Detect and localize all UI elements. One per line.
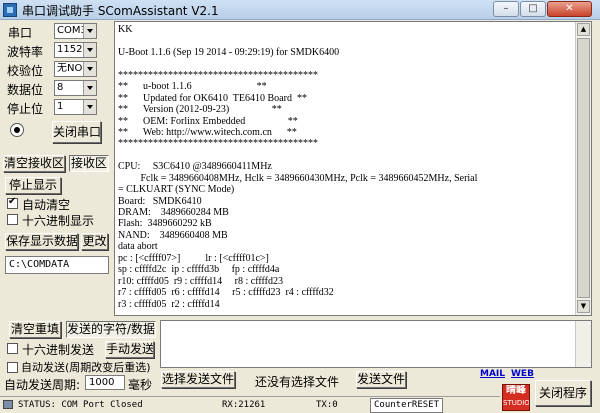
web-link[interactable]: WEB [511, 369, 534, 379]
title-bar: 串口调试助手 SComAssistant V2.1 – □ ✕ [0, 0, 600, 20]
port-label: 串口 [8, 26, 33, 40]
receive-line: r7 : cffffd05 r6 : cffffd14 r5 : cffffd2… [118, 287, 334, 299]
databits-label: 数据位 [7, 83, 44, 97]
period-label: 自动发送周期: [4, 378, 81, 392]
rx-counter: RX:21261 [222, 400, 266, 410]
chevron-down-icon[interactable] [83, 81, 96, 95]
receive-line: Fclk = 3489660408MHz, Hclk = 3489660430M… [118, 172, 478, 184]
auto-send-checkbox[interactable] [7, 362, 18, 373]
choose-file-button[interactable]: 选择发送文件 [161, 371, 235, 388]
parity-label: 校验位 [7, 64, 44, 78]
receive-area-button[interactable]: 接收区 [69, 155, 109, 172]
period-unit: 毫秒 [128, 378, 153, 392]
baud-label: 波特率 [7, 45, 44, 59]
receive-line: r10: cffffd05 r9 : cffffd14 r8 : cffffd2… [118, 275, 283, 287]
receive-area[interactable]: KK U-Boot 1.1.6 (Sep 19 2014 - 09:29:19) … [114, 21, 592, 316]
baud-select[interactable]: 11520( [54, 42, 97, 58]
receive-line: Board: SMDK6410 [118, 195, 202, 207]
auto-clear-checkbox[interactable] [7, 196, 18, 209]
save-path-field[interactable]: C:\COMDATA [5, 256, 109, 274]
app-icon [3, 3, 17, 17]
clear-send-button[interactable]: 清空重填 [9, 321, 61, 338]
receive-line: sp : cffffd2c ip : cffffd3b fp : cffffd4… [118, 264, 280, 276]
send-chars-button[interactable]: 发送的字符/数据 [66, 321, 156, 338]
send-scrollbar[interactable] [575, 321, 591, 367]
receive-line: ** Web: http://www.witech.com.cn ** [118, 126, 297, 138]
receive-line: Flash: 3489660292 kB [118, 218, 212, 230]
auto-send-label: 自动发送(周期改变后重选) [21, 361, 151, 374]
receive-line: pc : [<cffff07>] lr : [<cffff01c>] [118, 252, 269, 264]
scroll-up-icon[interactable]: ▲ [577, 23, 590, 36]
receive-line: ** Version (2012-09-23) ** [118, 104, 282, 116]
receive-line: r3 : cffffd05 r2 : cffffd14 [118, 298, 220, 310]
receive-line: ** u-boot 1.1.6 ** [118, 81, 267, 93]
chevron-down-icon[interactable] [83, 43, 96, 57]
receive-line [118, 150, 576, 161]
receive-line: NAND: 3489660408 MB [118, 229, 228, 241]
status-text: STATUS: COM Port Closed [18, 400, 143, 410]
stopbits-select[interactable]: 1 [54, 99, 97, 115]
receive-line: ** Updated for OK6410 TE6410 Board ** [118, 92, 307, 104]
receive-line: DRAM: 3489660284 MB [118, 207, 229, 218]
file-status-text: 还没有选择文件 [255, 375, 340, 389]
period-input[interactable]: 1000 [85, 375, 125, 390]
save-data-button[interactable]: 保存显示数据 [5, 233, 78, 250]
receive-line: = CLKUART (SYNC Mode) [118, 184, 235, 196]
chevron-down-icon[interactable] [83, 24, 96, 38]
manual-send-button[interactable]: 手动发送 [105, 341, 154, 358]
status-bar: STATUS: COM Port Closed RX:21261 TX:0 Co… [0, 396, 500, 413]
stopbits-label: 停止位 [7, 102, 44, 116]
window-title: 串口调试助手 SComAssistant V2.1 [22, 4, 219, 18]
receive-line: CPU: S3C6410 @3489660411MHz [118, 161, 272, 173]
hex-send-label: 十六进制发送 [22, 343, 95, 357]
databits-select[interactable]: 8 [54, 80, 97, 96]
receive-text: KK U-Boot 1.1.6 (Sep 19 2014 - 09:29:19) … [118, 24, 576, 310]
com-port-icon [3, 400, 13, 409]
close-window-button[interactable]: ✕ [547, 1, 592, 17]
send-area[interactable] [160, 320, 592, 368]
receive-line: U-Boot 1.1.6 (Sep 19 2014 - 09:29:19) fo… [118, 46, 340, 58]
minimize-button[interactable]: – [493, 1, 519, 17]
hex-display-label: 十六进制显示 [22, 214, 95, 228]
receive-line: data abort [118, 241, 158, 253]
hex-display-checkbox[interactable] [7, 214, 18, 225]
stopbits-value: 1 [57, 101, 64, 112]
maximize-button[interactable]: □ [520, 1, 546, 17]
databits-value: 8 [57, 82, 64, 93]
receive-line: **************************************** [118, 138, 318, 150]
hex-send-checkbox[interactable] [7, 343, 18, 354]
receive-scrollbar[interactable]: ▲ ▼ [575, 22, 591, 315]
receive-line: **************************************** [118, 69, 318, 81]
chevron-down-icon[interactable] [83, 100, 96, 114]
port-status-indicator [10, 123, 24, 137]
scroll-down-icon[interactable]: ▼ [577, 300, 590, 313]
receive-line [118, 35, 576, 46]
stop-display-button[interactable]: 停止显示 [5, 177, 61, 194]
auto-clear-label: 自动清空 [22, 198, 71, 212]
clear-receive-button[interactable]: 清空接收区 [3, 155, 65, 172]
parity-select[interactable]: 无NON [54, 61, 97, 77]
port-select[interactable]: COM3 [54, 23, 97, 39]
receive-line: KK [118, 24, 133, 35]
counter-reset-button[interactable]: CounterRESET [370, 398, 444, 413]
tx-counter: TX:0 [316, 400, 338, 410]
studio-logo: 晴峰 STUDIO [502, 384, 530, 411]
change-path-button[interactable]: 更改 [81, 233, 108, 250]
receive-line: ** OEM: Forlinx Embedded ** [118, 115, 298, 127]
receive-line [118, 58, 576, 69]
chevron-down-icon[interactable] [83, 62, 96, 76]
mail-link[interactable]: MAIL [480, 369, 505, 379]
scroll-thumb[interactable] [577, 38, 590, 298]
send-file-button[interactable]: 发送文件 [356, 371, 406, 388]
close-port-button[interactable]: 关闭串口 [52, 121, 101, 143]
close-program-button[interactable]: 关闭程序 [535, 380, 591, 406]
